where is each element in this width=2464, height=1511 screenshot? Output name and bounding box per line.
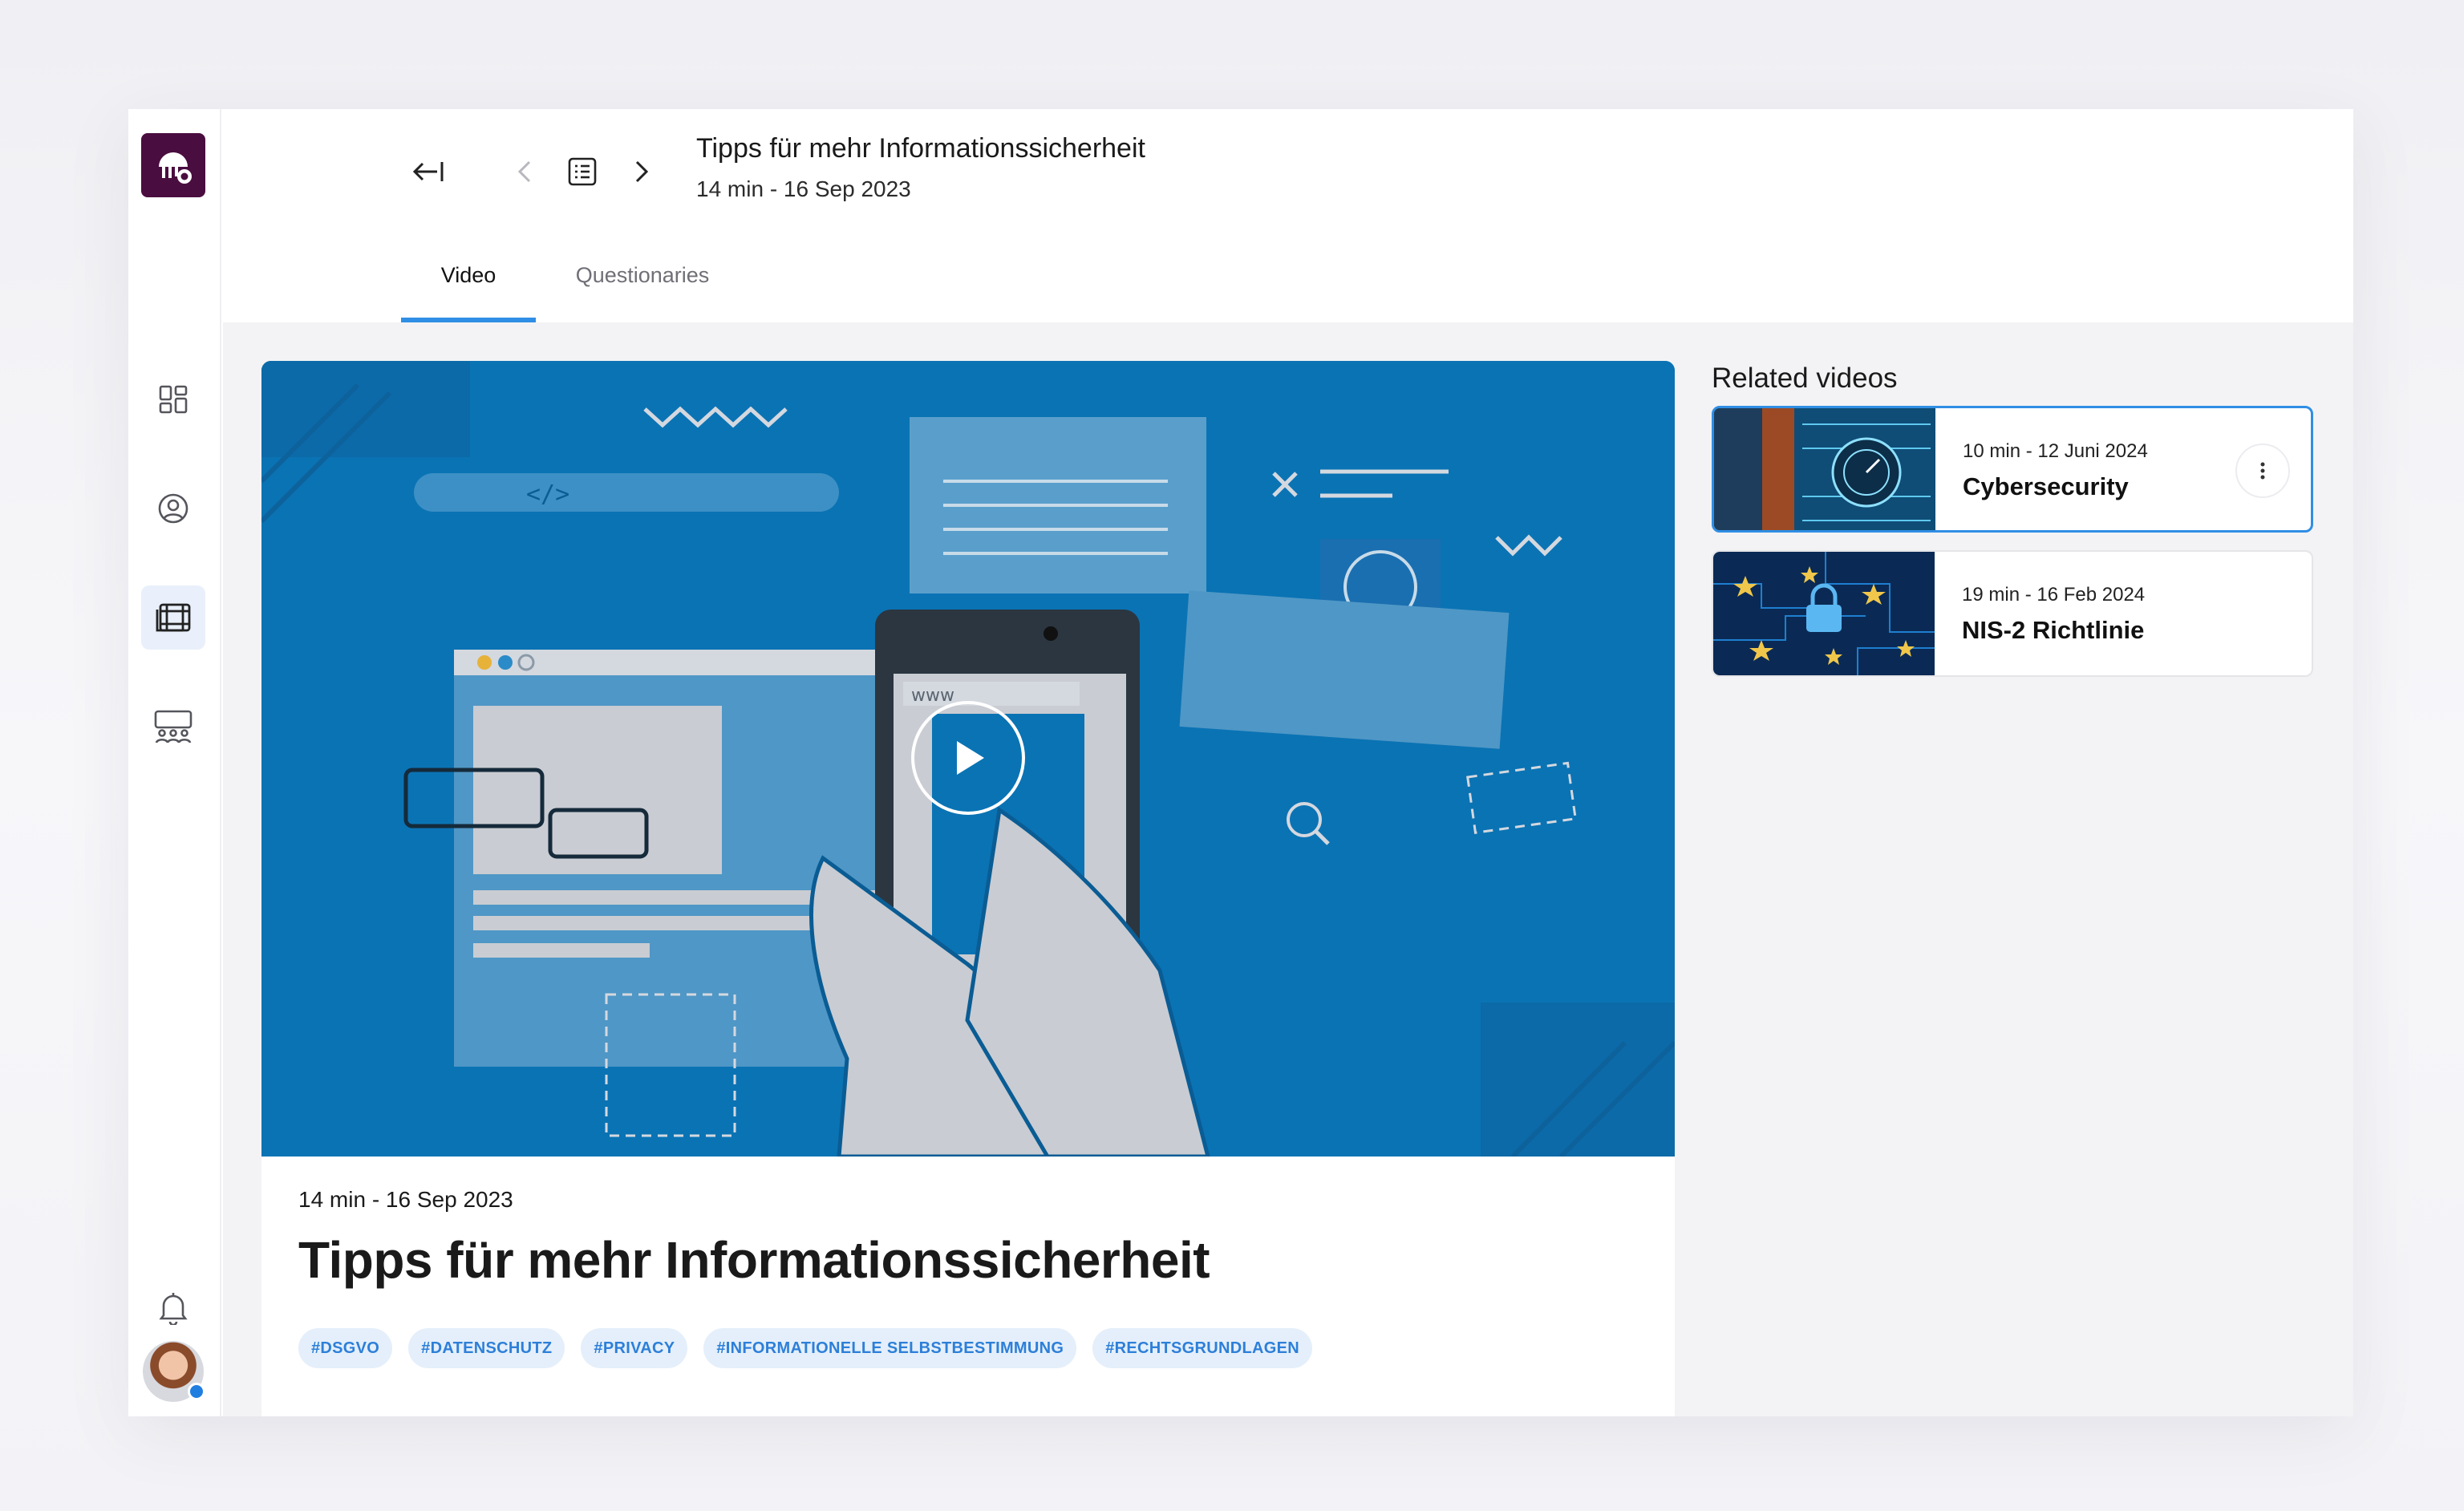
sidebar-item-profile[interactable]	[141, 476, 205, 541]
online-status-dot	[188, 1383, 205, 1400]
play-button[interactable]	[911, 701, 1025, 815]
video-meta: 14 min - 16 Sep 2023	[298, 1187, 513, 1212]
related-video-card[interactable]: 10 min - 12 Juni 2024 Cybersecurity	[1712, 406, 2313, 533]
chevron-left-icon	[517, 160, 531, 183]
tag[interactable]: #DSGVO	[298, 1328, 393, 1368]
thumbnail-image	[1713, 552, 1935, 675]
svg-text:</>: </>	[526, 480, 569, 508]
related-video-title: NIS-2 Richtlinie	[1962, 616, 2145, 644]
collapse-back-button[interactable]	[404, 148, 452, 196]
list-icon	[568, 157, 597, 186]
user-circle-icon	[158, 493, 188, 524]
video-player[interactable]: </> www	[261, 361, 1675, 1157]
sidebar-item-groups[interactable]	[141, 695, 205, 759]
playlist-button[interactable]	[558, 148, 606, 196]
more-vertical-icon	[2260, 462, 2265, 480]
more-options-button[interactable]	[2235, 444, 2290, 498]
tab-questionaries[interactable]: Questionaries	[542, 253, 743, 322]
next-button[interactable]	[618, 148, 666, 196]
app-window: Tipps für mehr Informationssicherheit 14…	[128, 109, 2353, 1416]
tab-video[interactable]: Video	[401, 253, 536, 322]
film-icon	[156, 603, 191, 632]
page-title: Tipps für mehr Informationssicherheit	[696, 133, 1145, 164]
tag-list: #DSGVO #DATENSCHUTZ #PRIVACY #INFORMATIO…	[298, 1328, 1312, 1368]
video-title: Tipps für mehr Informationssicherheit	[298, 1231, 1210, 1289]
arrow-left-to-line-icon	[412, 162, 444, 181]
thumbnail-image	[1714, 408, 1935, 530]
related-video-thumbnail	[1713, 552, 1935, 675]
brand-logo[interactable]	[141, 133, 205, 197]
sidebar-item-dashboard[interactable]	[141, 367, 205, 431]
chevron-right-icon	[635, 160, 649, 183]
previous-button[interactable]	[500, 148, 549, 196]
related-video-meta: 19 min - 16 Feb 2024	[1962, 584, 2146, 606]
group-icon	[154, 710, 192, 743]
page-subtitle: 14 min - 16 Sep 2023	[696, 176, 911, 201]
related-video-title: Cybersecurity	[1963, 472, 2129, 500]
related-video-card[interactable]: 19 min - 16 Feb 2024 NIS-2 Richtlinie	[1712, 550, 2313, 677]
notifications-button[interactable]	[141, 1275, 205, 1339]
video-card: </> www 14 min - 16 Sep 2023 Tipps für m…	[261, 361, 1675, 1416]
tag[interactable]: #INFORMATIONELLE SELBSTBESTIMMUNG	[703, 1328, 1077, 1368]
related-video-thumbnail	[1714, 408, 1935, 530]
avatar[interactable]	[143, 1341, 205, 1402]
related-video-meta: 10 min - 12 Juni 2024	[1963, 440, 2148, 462]
play-icon	[957, 741, 984, 775]
related-videos-heading: Related videos	[1712, 363, 1898, 394]
bell-icon	[159, 1293, 188, 1325]
main-content: </> www 14 min - 16 Sep 2023 Tipps für m…	[223, 322, 2353, 1416]
tag[interactable]: #RECHTSGRUNDLAGEN	[1092, 1328, 1312, 1368]
tag[interactable]: #PRIVACY	[581, 1328, 688, 1368]
dashboard-icon	[159, 385, 188, 414]
svg-text:www: www	[911, 686, 954, 706]
sidebar	[128, 109, 221, 1416]
sidebar-item-videos[interactable]	[141, 585, 205, 650]
logo-icon	[159, 152, 192, 184]
header: Tipps für mehr Informationssicherheit 14…	[223, 109, 2353, 322]
tag[interactable]: #DATENSCHUTZ	[408, 1328, 565, 1368]
